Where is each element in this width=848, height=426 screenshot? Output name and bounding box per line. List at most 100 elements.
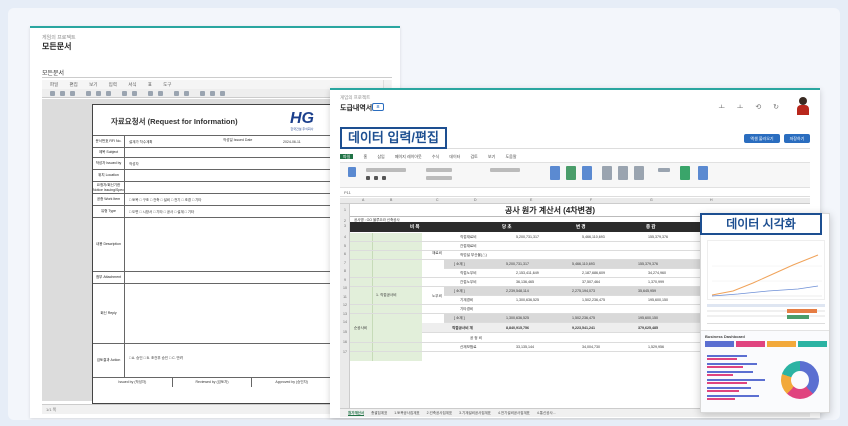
align-left-icon[interactable] bbox=[86, 91, 91, 96]
cell-item[interactable]: 직접공사비 계 bbox=[452, 323, 473, 333]
cell-item[interactable]: 공 정 비 bbox=[470, 334, 482, 343]
table-icon[interactable] bbox=[122, 91, 127, 96]
autosum-icon[interactable] bbox=[658, 168, 670, 172]
cell-changed[interactable]: 5,466,110,693 bbox=[582, 233, 605, 242]
row-number[interactable]: 2 bbox=[340, 219, 350, 223]
paste-icon[interactable] bbox=[348, 167, 356, 177]
table-row[interactable]: 기계경비 1,300,636,525 1,502,236,475 195,600… bbox=[350, 296, 750, 305]
row-number[interactable]: 5 bbox=[340, 244, 350, 248]
cell-item[interactable]: 기타경비 bbox=[460, 305, 473, 314]
header-original[interactable]: 당 초 bbox=[502, 222, 512, 232]
delete-cell-icon[interactable] bbox=[618, 166, 628, 180]
bold-icon[interactable] bbox=[366, 176, 370, 180]
table-row[interactable]: 직접재료비 5,200,731,317 5,466,110,693 155,37… bbox=[350, 233, 750, 242]
row-number[interactable]: 10 bbox=[340, 286, 350, 290]
conditional-format-icon[interactable] bbox=[550, 166, 560, 180]
dashboard-preview[interactable]: Business Dashboard bbox=[700, 213, 830, 413]
table-row[interactable]: 간접재료비 bbox=[350, 242, 750, 251]
row-number[interactable]: 9 bbox=[340, 278, 350, 282]
cell-changed[interactable]: 34,004,730 bbox=[582, 343, 600, 352]
sheet-tab[interactable]: 총괄집계표 bbox=[371, 411, 387, 415]
column-header[interactable]: G bbox=[650, 198, 653, 202]
header-action-icons[interactable]: ㅗ ㅗ ⟲ ↻ bbox=[719, 102, 784, 112]
column-header[interactable]: F bbox=[590, 198, 592, 202]
sheet-tab[interactable]: 1.토목공사집계표 bbox=[394, 411, 419, 415]
row-number[interactable]: 17 bbox=[340, 350, 350, 354]
save-button[interactable]: 저장하기 bbox=[784, 134, 810, 143]
undo-icon[interactable] bbox=[210, 91, 215, 96]
cell-changed[interactable]: 2,187,686,609 bbox=[582, 269, 605, 278]
cell-item[interactable]: 기계경비 bbox=[460, 296, 473, 305]
row-number[interactable]: 1 bbox=[340, 208, 350, 212]
cell-original[interactable]: 2,239,548,114 bbox=[506, 287, 529, 296]
cell-original[interactable]: 1,300,636,525 bbox=[516, 296, 539, 305]
menu-item[interactable]: 파일 bbox=[50, 82, 58, 87]
cell-diff[interactable]: 195,600,150 bbox=[638, 314, 658, 323]
menu-item[interactable]: 입력 bbox=[109, 82, 117, 87]
menu-item[interactable]: 도구 bbox=[163, 82, 171, 87]
table-row[interactable]: 작업설 부산물(△) bbox=[350, 251, 750, 260]
link-icon[interactable] bbox=[200, 91, 205, 96]
tab-home[interactable]: 홈 bbox=[364, 154, 368, 159]
italic-icon[interactable] bbox=[374, 176, 378, 180]
column-header[interactable]: H bbox=[710, 198, 713, 202]
row-number[interactable]: 16 bbox=[340, 340, 350, 344]
align-center-icon[interactable] bbox=[96, 91, 101, 96]
cell-diff[interactable]: 35,645,959 bbox=[638, 287, 656, 296]
indent-icon[interactable] bbox=[174, 91, 179, 96]
tab-view[interactable]: 보기 bbox=[488, 154, 495, 159]
cell-original[interactable]: 1,300,636,525 bbox=[506, 314, 529, 323]
row-number[interactable]: 3 bbox=[340, 224, 350, 228]
column-header[interactable]: E bbox=[530, 198, 532, 202]
format-cell-icon[interactable] bbox=[634, 166, 644, 180]
column-header[interactable]: D bbox=[474, 198, 477, 202]
column-header[interactable]: A bbox=[362, 198, 364, 202]
cell-changed[interactable]: 9,223,541,241 bbox=[572, 323, 595, 333]
row-number[interactable]: 13 bbox=[340, 312, 350, 316]
formula-bar[interactable]: P11 bbox=[340, 189, 810, 197]
row-number[interactable]: 11 bbox=[340, 295, 350, 299]
underline-icon[interactable] bbox=[70, 91, 75, 96]
cell-diff[interactable]: 1,370,999 bbox=[648, 278, 664, 287]
list-icon[interactable] bbox=[184, 91, 189, 96]
menu-item[interactable]: 서식 bbox=[128, 82, 136, 87]
ribbon-toolbar[interactable] bbox=[340, 162, 810, 188]
cell-diff[interactable]: 1,529,956 bbox=[648, 343, 664, 352]
avatar[interactable] bbox=[796, 97, 810, 115]
tab-layout[interactable]: 페이지 레이아웃 bbox=[395, 154, 422, 159]
italic-icon[interactable] bbox=[60, 91, 65, 96]
merge-group[interactable] bbox=[426, 176, 452, 180]
underline-icon[interactable] bbox=[382, 176, 386, 180]
font-select[interactable] bbox=[366, 168, 406, 172]
tab-file[interactable]: 파일 bbox=[340, 154, 354, 159]
cell-changed[interactable]: 2,275,194,073 bbox=[572, 287, 595, 296]
tab-insert[interactable]: 삽입 bbox=[377, 154, 384, 159]
table-row[interactable]: 산재보험료 33,135,144 34,004,730 1,529,956 bbox=[350, 343, 750, 352]
cell-item[interactable]: 간접노무비 bbox=[460, 278, 477, 287]
cell-diff[interactable]: 195,600,150 bbox=[648, 296, 668, 305]
bold-icon[interactable] bbox=[50, 91, 55, 96]
table-row[interactable]: 기타경비 bbox=[350, 305, 750, 314]
cell-item[interactable]: [ 소계 ] bbox=[454, 260, 465, 269]
import-excel-button[interactable]: 엑셀 불러오기 bbox=[744, 134, 780, 143]
cell-diff[interactable]: 155,379,376 bbox=[638, 260, 658, 269]
row-number[interactable]: 15 bbox=[340, 330, 350, 334]
cell-changed[interactable]: 1,502,236,475 bbox=[582, 296, 605, 305]
cell-changed[interactable]: 5,466,110,693 bbox=[572, 260, 595, 269]
find-icon[interactable] bbox=[698, 166, 708, 180]
row-number[interactable]: 14 bbox=[340, 320, 350, 324]
cell-item[interactable]: 산재보험료 bbox=[460, 343, 477, 352]
menu-item[interactable]: 보기 bbox=[89, 82, 97, 87]
table-row[interactable]: 직접노무비 2,153,411,649 2,187,686,609 34,274… bbox=[350, 269, 750, 278]
header-changed[interactable]: 변 경 bbox=[576, 222, 586, 232]
rfi-document-page[interactable]: 자료요청서 (Request for Information) HG 한국건설 … bbox=[92, 104, 332, 404]
header-diff[interactable]: 증 감 bbox=[646, 222, 656, 232]
tab-formulas[interactable]: 수식 bbox=[432, 154, 439, 159]
sort-filter-icon[interactable] bbox=[680, 166, 690, 180]
insert-cell-icon[interactable] bbox=[602, 166, 612, 180]
menu-item[interactable]: 표 bbox=[148, 82, 152, 87]
cell-item[interactable]: 간접재료비 bbox=[460, 242, 477, 251]
row-number[interactable]: 6 bbox=[340, 252, 350, 256]
ribbon-tabs[interactable]: 파일 홈 삽입 페이지 레이아웃 수식 데이터 검토 보기 도움말 bbox=[340, 153, 810, 161]
highlight-icon[interactable] bbox=[158, 91, 163, 96]
